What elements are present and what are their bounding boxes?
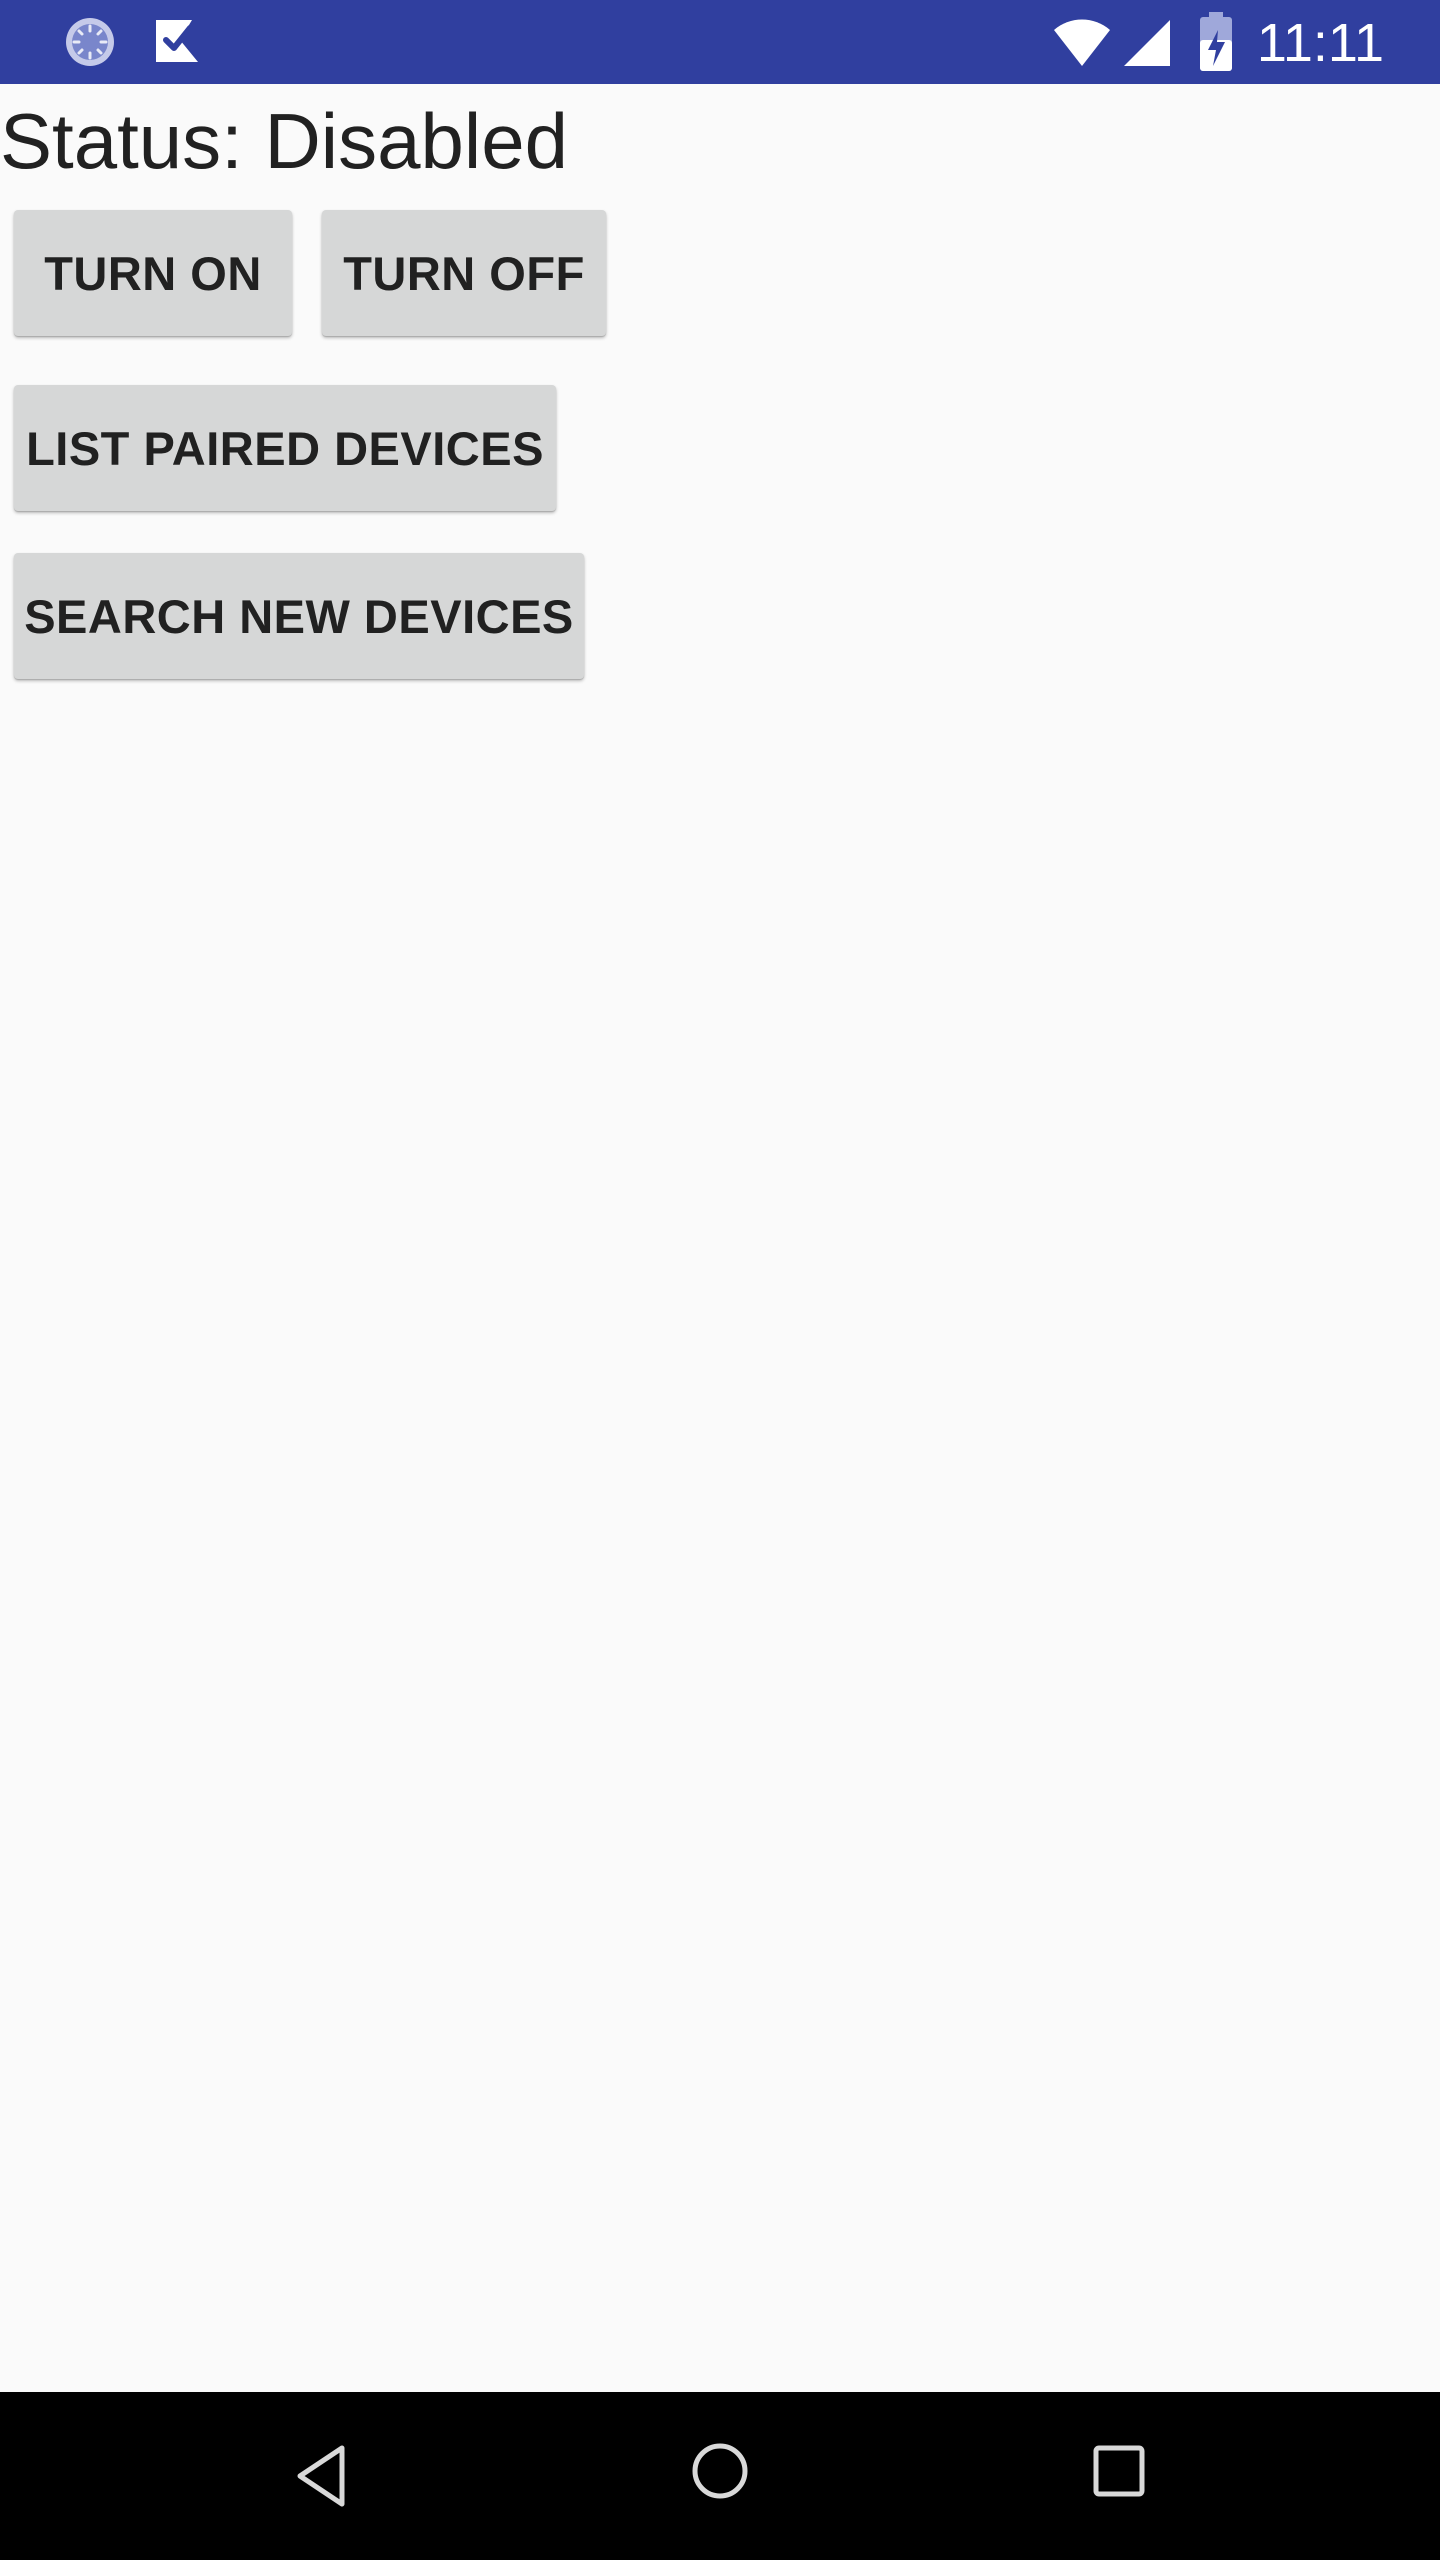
wifi-icon xyxy=(1054,19,1110,66)
bluetooth-status-text: Status: Disabled xyxy=(0,97,568,185)
task-check-icon xyxy=(156,20,198,62)
recents-icon[interactable] xyxy=(1092,2444,1146,2498)
list-paired-devices-button[interactable]: LIST PAIRED DEVICES xyxy=(14,385,556,511)
sync-icon xyxy=(66,18,114,66)
cell-signal-icon xyxy=(1124,20,1170,66)
back-icon[interactable] xyxy=(290,2442,354,2510)
home-icon[interactable] xyxy=(689,2440,751,2502)
battery-charging-icon xyxy=(1200,12,1232,71)
turn-off-button[interactable]: TURN OFF xyxy=(322,210,606,336)
turn-on-button[interactable]: TURN ON xyxy=(14,210,292,336)
clock-time: 11:11 xyxy=(1256,13,1384,73)
search-new-devices-button[interactable]: SEARCH NEW DEVICES xyxy=(14,553,584,679)
navigation-bar xyxy=(0,2392,1440,2560)
status-bar: 11:11 xyxy=(0,0,1440,84)
